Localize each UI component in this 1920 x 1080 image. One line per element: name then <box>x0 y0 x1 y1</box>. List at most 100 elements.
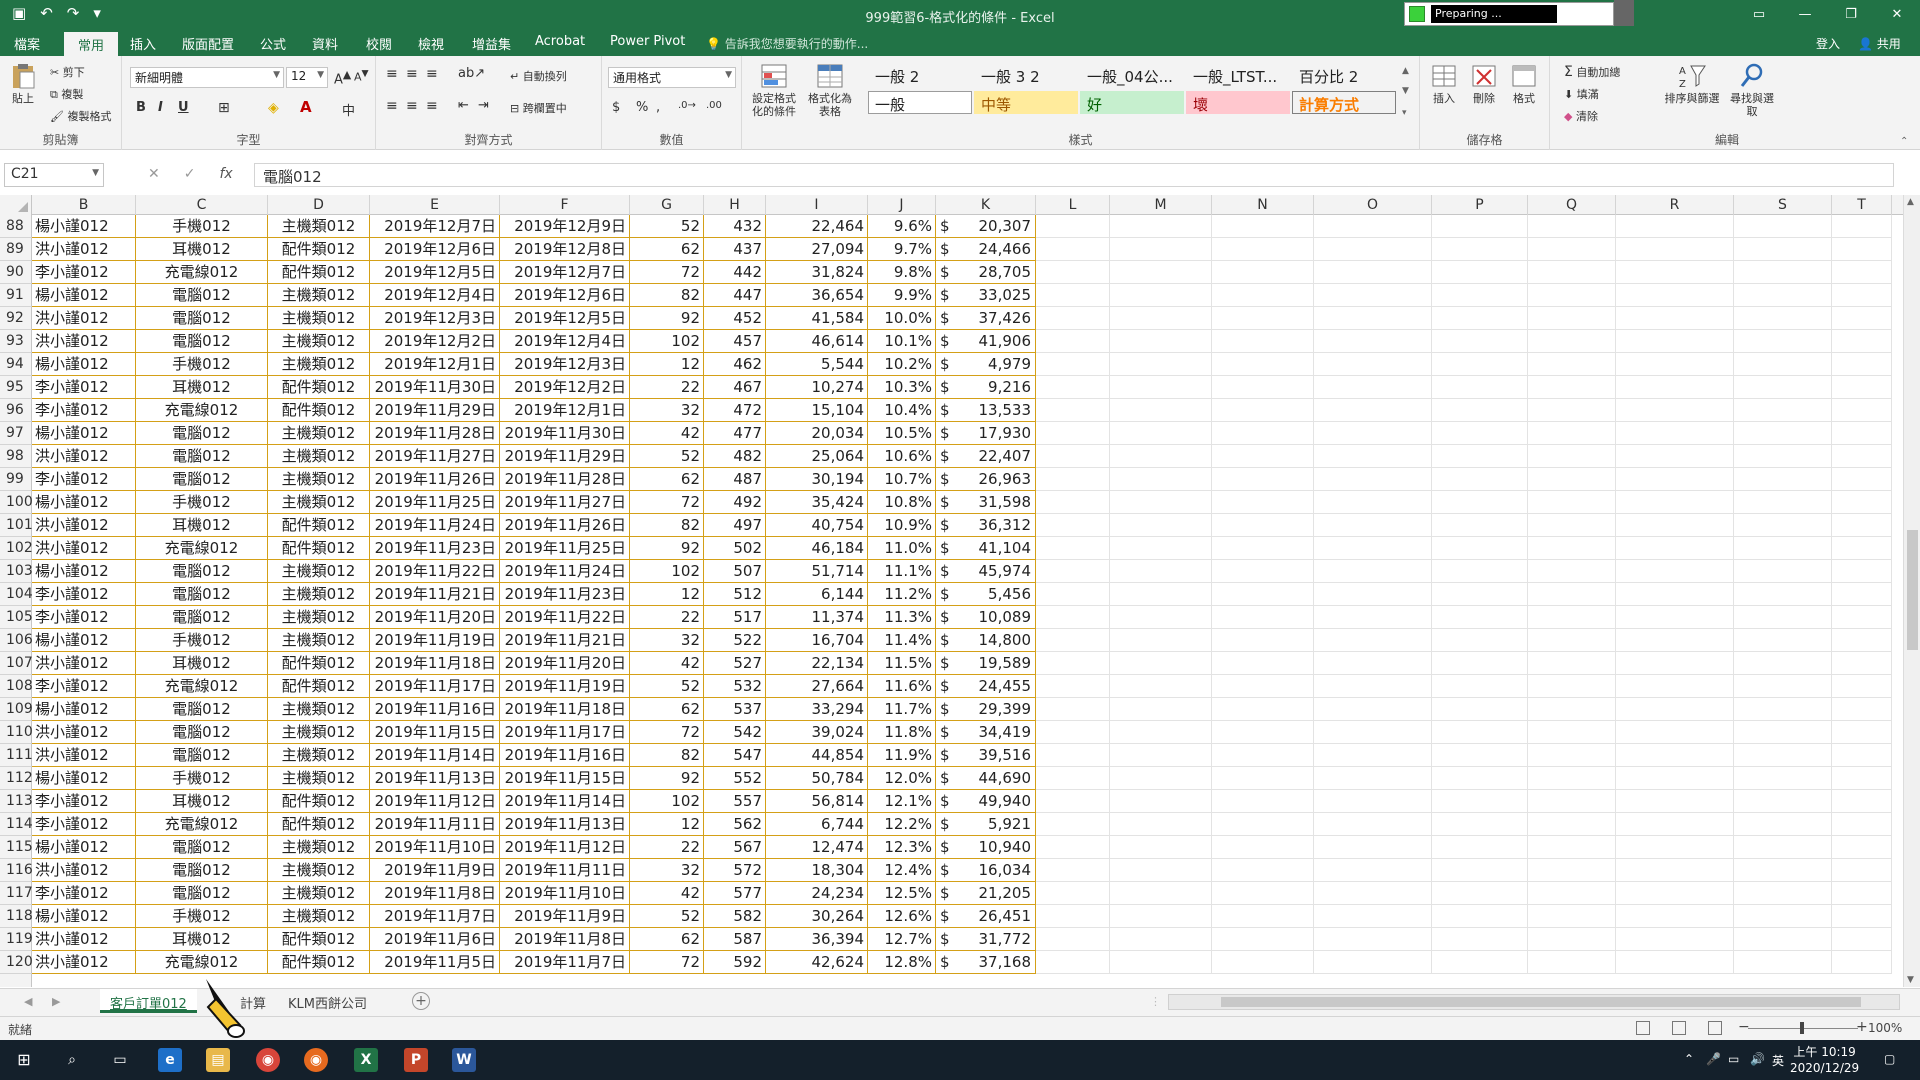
row-header[interactable]: 107 <box>0 652 33 675</box>
cell-empty[interactable] <box>1832 330 1892 353</box>
cell-c[interactable]: 手機012 <box>136 353 268 376</box>
merge-center-button[interactable]: ⊟ 跨欄置中 <box>510 100 567 116</box>
cell-empty[interactable] <box>1314 859 1432 882</box>
cell-k[interactable]: $29,399 <box>936 698 1036 721</box>
cell-g[interactable]: 22 <box>630 606 704 629</box>
row-header[interactable]: 114 <box>0 813 33 836</box>
cell-e[interactable]: 2019年11月8日 <box>370 882 500 905</box>
cell-j[interactable]: 11.9% <box>868 744 936 767</box>
cell-b[interactable]: 李小謹012 <box>32 882 136 905</box>
cell-empty[interactable] <box>1314 399 1432 422</box>
cell-empty[interactable] <box>1314 353 1432 376</box>
cell-empty[interactable] <box>1036 721 1110 744</box>
cell-d[interactable]: 主機類012 <box>268 445 370 468</box>
cell-empty[interactable] <box>1832 951 1892 974</box>
cell-i[interactable]: 35,424 <box>766 491 868 514</box>
cell-empty[interactable] <box>1036 491 1110 514</box>
cell-empty[interactable] <box>1432 491 1528 514</box>
cell-empty[interactable] <box>1314 330 1432 353</box>
add-sheet-button[interactable]: + <box>412 992 430 1010</box>
cell-c[interactable]: 耳機012 <box>136 928 268 951</box>
cell-k[interactable]: $31,598 <box>936 491 1036 514</box>
cell-empty[interactable] <box>1616 744 1734 767</box>
cell-h[interactable]: 437 <box>704 238 766 261</box>
cell-empty[interactable] <box>1616 813 1734 836</box>
cell-i[interactable]: 41,584 <box>766 307 868 330</box>
cell-empty[interactable] <box>1314 951 1432 974</box>
cell-i[interactable]: 6,744 <box>766 813 868 836</box>
cell-f[interactable]: 2019年12月8日 <box>500 238 630 261</box>
font-size-select[interactable]: 12 ▼ <box>286 67 328 88</box>
cell-empty[interactable] <box>1314 514 1432 537</box>
cell-empty[interactable] <box>1528 399 1616 422</box>
cell-b[interactable]: 楊小謹012 <box>32 905 136 928</box>
microphone-icon[interactable]: 🎤 <box>1706 1052 1721 1066</box>
cell-empty[interactable] <box>1832 537 1892 560</box>
cell-k[interactable]: $37,426 <box>936 307 1036 330</box>
cell-b[interactable]: 楊小謹012 <box>32 836 136 859</box>
column-header-o[interactable]: O <box>1314 195 1432 215</box>
cell-empty[interactable] <box>1616 721 1734 744</box>
cell-g[interactable]: 12 <box>630 583 704 606</box>
cell-empty[interactable] <box>1110 951 1212 974</box>
grow-font-button[interactable]: A▲ <box>334 68 351 87</box>
cell-i[interactable]: 25,064 <box>766 445 868 468</box>
page-layout-view-icon[interactable] <box>1672 1021 1686 1035</box>
cell-k[interactable]: $10,089 <box>936 606 1036 629</box>
row-header[interactable]: 91 <box>0 284 32 307</box>
cell-empty[interactable] <box>1832 422 1892 445</box>
cell-g[interactable]: 92 <box>630 537 704 560</box>
column-header-d[interactable]: D <box>268 195 370 215</box>
cell-k[interactable]: $37,168 <box>936 951 1036 974</box>
cell-empty[interactable] <box>1314 376 1432 399</box>
cell-i[interactable]: 18,304 <box>766 859 868 882</box>
phonetic-icon[interactable]: 中 <box>342 100 355 119</box>
cell-e[interactable]: 2019年11月17日 <box>370 675 500 698</box>
cell-g[interactable]: 82 <box>630 744 704 767</box>
cell-empty[interactable] <box>1528 629 1616 652</box>
cell-empty[interactable] <box>1036 468 1110 491</box>
cell-e[interactable]: 2019年11月22日 <box>370 560 500 583</box>
cell-g[interactable]: 12 <box>630 353 704 376</box>
format-painter-button[interactable]: 🖌 複製格式 <box>50 108 111 124</box>
cell-empty[interactable] <box>1432 353 1528 376</box>
cell-empty[interactable] <box>1212 514 1314 537</box>
cell-empty[interactable] <box>1110 790 1212 813</box>
cell-empty[interactable] <box>1832 514 1892 537</box>
cell-empty[interactable] <box>1432 445 1528 468</box>
find-select-button[interactable]: 尋找與選取 <box>1726 62 1778 118</box>
cell-f[interactable]: 2019年11月16日 <box>500 744 630 767</box>
scroll-down-icon[interactable]: ▼ <box>1907 975 1914 985</box>
row-header[interactable]: 99 <box>0 468 32 491</box>
cell-empty[interactable] <box>1432 836 1528 859</box>
cell-empty[interactable] <box>1734 537 1832 560</box>
cell-i[interactable]: 40,754 <box>766 514 868 537</box>
cell-c[interactable]: 電腦012 <box>136 560 268 583</box>
cell-empty[interactable] <box>1734 813 1832 836</box>
cell-empty[interactable] <box>1314 560 1432 583</box>
cell-k[interactable]: $9,216 <box>936 376 1036 399</box>
formula-input[interactable]: 電腦012 <box>254 163 1894 187</box>
cell-empty[interactable] <box>1314 652 1432 675</box>
column-header-n[interactable]: N <box>1212 195 1314 215</box>
cell-i[interactable]: 56,814 <box>766 790 868 813</box>
cell-b[interactable]: 李小謹012 <box>32 261 136 284</box>
cell-empty[interactable] <box>1212 583 1314 606</box>
cell-i[interactable]: 6,144 <box>766 583 868 606</box>
style-neutral[interactable]: 中等 <box>974 91 1078 114</box>
column-header-s[interactable]: S <box>1734 195 1832 215</box>
cell-c[interactable]: 充電線012 <box>136 399 268 422</box>
cell-f[interactable]: 2019年12月2日 <box>500 376 630 399</box>
cell-f[interactable]: 2019年11月18日 <box>500 698 630 721</box>
increase-decimal-icon[interactable]: .0→ <box>678 100 696 111</box>
share-button[interactable]: 👤 共用 <box>1858 35 1901 52</box>
cell-empty[interactable] <box>1110 606 1212 629</box>
powerpoint-taskbar-icon[interactable]: P <box>404 1048 428 1072</box>
cell-f[interactable]: 2019年12月3日 <box>500 353 630 376</box>
cell-empty[interactable] <box>1432 767 1528 790</box>
cell-e[interactable]: 2019年11月5日 <box>370 951 500 974</box>
cell-empty[interactable] <box>1432 882 1528 905</box>
cell-empty[interactable] <box>1110 813 1212 836</box>
chrome-icon[interactable]: ◉ <box>256 1048 280 1072</box>
cell-empty[interactable] <box>1616 767 1734 790</box>
